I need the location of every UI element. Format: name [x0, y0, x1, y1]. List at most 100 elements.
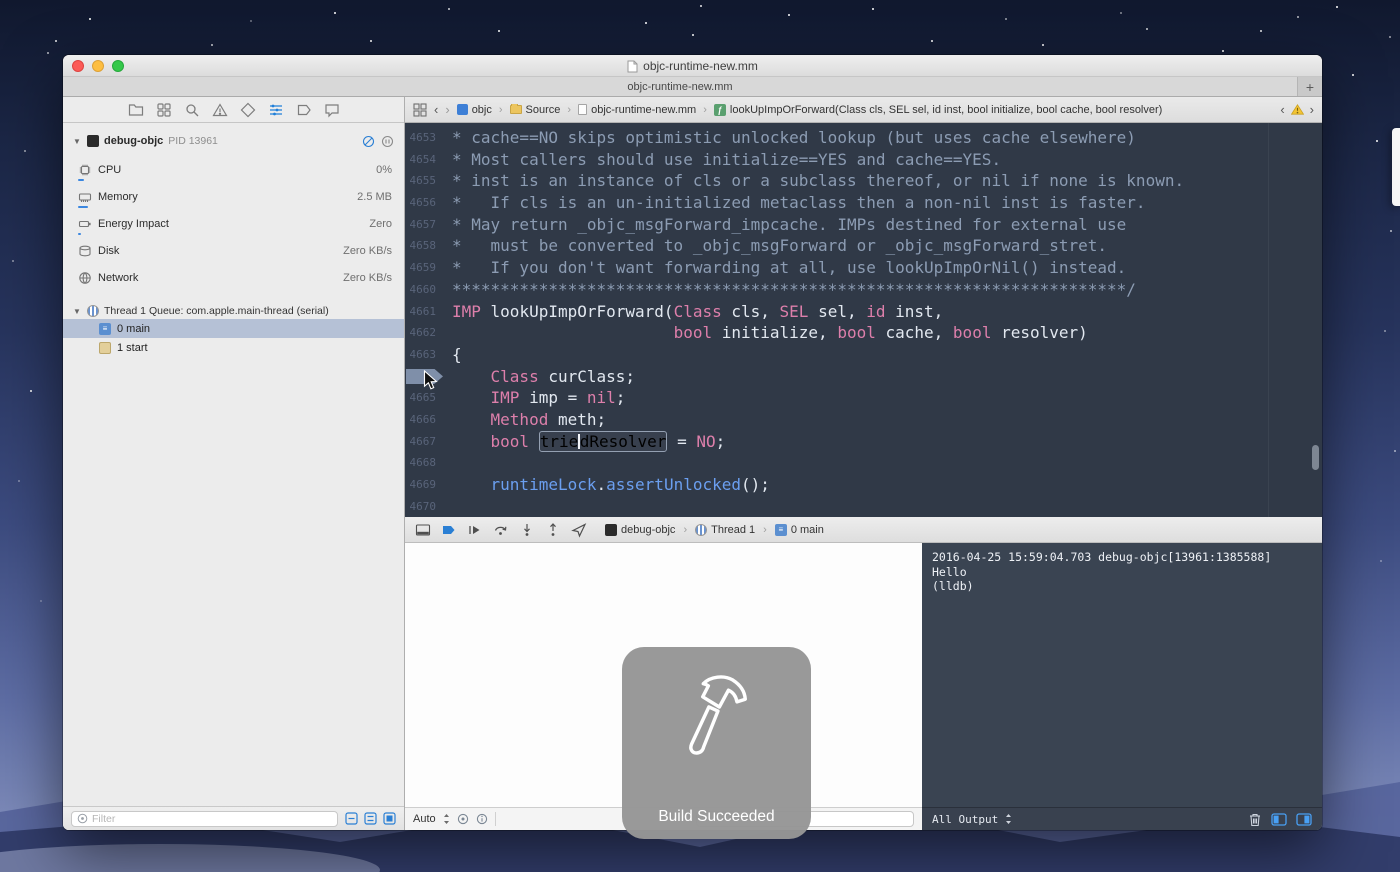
stack-frame-start[interactable]: 1 start: [63, 338, 404, 357]
editing-token: triedResolver: [538, 430, 668, 452]
gauge-row-cpu[interactable]: CPU 0%: [63, 156, 404, 183]
scrollbar-thumb[interactable]: [1312, 445, 1319, 470]
tab-title: objc-runtime-new.mm: [627, 80, 733, 93]
symbol-navigator-icon[interactable]: [156, 102, 172, 118]
location-icon[interactable]: [571, 522, 587, 538]
line-number-gutter[interactable]: 4659: [405, 257, 445, 279]
show-console-pane-icon[interactable]: [1296, 812, 1312, 826]
console-output-pane[interactable]: 2016-04-25 15:59:04.703 debug-objc[13961…: [922, 543, 1322, 830]
console-output[interactable]: 2016-04-25 15:59:04.703 debug-objc[13961…: [922, 543, 1322, 601]
line-number-gutter[interactable]: 4667: [405, 431, 445, 453]
zoom-window-button[interactable]: [112, 60, 124, 72]
navigator-filter-field[interactable]: [71, 810, 338, 827]
line-number-gutter[interactable]: 4661: [405, 301, 445, 323]
debug-navigator-icon[interactable]: [268, 102, 284, 118]
line-number-gutter[interactable]: 4654: [405, 149, 445, 171]
line-number-gutter[interactable]: 4663: [405, 344, 445, 366]
info-icon[interactable]: [476, 813, 488, 825]
console-output-line: (lldb): [932, 579, 974, 593]
line-number-gutter[interactable]: 4670: [405, 496, 445, 517]
gauge-value: Zero: [369, 217, 392, 230]
close-window-button[interactable]: [72, 60, 84, 72]
back-button[interactable]: ‹: [434, 103, 438, 116]
thread-row[interactable]: ▼ Thread 1 Queue: com.apple.main-thread …: [63, 303, 404, 319]
title-bar[interactable]: objc-runtime-new.mm: [63, 55, 1322, 77]
process-row[interactable]: ▼ debug-objc PID 13961: [63, 132, 404, 150]
xcode-window: objc-runtime-new.mm objc-runtime-new.mm …: [63, 55, 1322, 839]
line-number-gutter[interactable]: 4660: [405, 279, 445, 301]
disclosure-triangle-icon[interactable]: ▼: [73, 307, 82, 316]
new-tab-button[interactable]: +: [1298, 77, 1322, 96]
breadcrumb-file[interactable]: objc-runtime-new.mm: [564, 104, 696, 116]
next-issue-button[interactable]: ›: [1310, 103, 1314, 116]
line-number-gutter[interactable]: 4669: [405, 474, 445, 496]
filter-list-icon[interactable]: [364, 812, 377, 825]
step-out-icon[interactable]: [545, 522, 561, 538]
gauge-row-network[interactable]: Network Zero KB/s: [63, 264, 404, 291]
navigator-tab-strip: [63, 97, 404, 123]
desktop-background: objc-runtime-new.mm objc-runtime-new.mm …: [0, 0, 1400, 872]
navigator-panel: ▼ debug-objc PID 13961 CPU 0% Memory 2.5…: [63, 97, 405, 830]
line-number-gutter[interactable]: 4668: [405, 452, 445, 474]
gauge-toggle-icon[interactable]: [362, 135, 375, 148]
energy-icon: [78, 217, 92, 231]
stack-frame-main[interactable]: ≡ 0 main: [63, 319, 404, 338]
gauge-row-disk[interactable]: Disk Zero KB/s: [63, 237, 404, 264]
report-navigator-icon[interactable]: [324, 102, 340, 118]
step-over-icon[interactable]: [493, 522, 509, 538]
code-line: 4654 * Most callers should use initialize…: [405, 149, 1322, 171]
navigator-filter-input[interactable]: [92, 812, 332, 825]
code-editor[interactable]: 4653 * cache==NO skips optimistic unlocke…: [405, 123, 1322, 517]
show-variables-pane-icon[interactable]: [1271, 812, 1287, 826]
project-navigator-icon[interactable]: [128, 102, 144, 118]
output-scope-label[interactable]: All Output: [932, 813, 998, 826]
stars: [0, 0, 2, 2]
forward-button[interactable]: ›: [445, 103, 449, 116]
code-line: 4653 * cache==NO skips optimistic unlocke…: [405, 127, 1322, 149]
step-into-icon[interactable]: [519, 522, 535, 538]
breadcrumb-project[interactable]: objc: [456, 104, 492, 116]
breadcrumb-function[interactable]: flookUpImpOrForward(Class cls, SEL sel, …: [700, 103, 1162, 116]
line-number-gutter[interactable]: 4662: [405, 322, 445, 344]
jump-bar: ‹ › objc Source objc-runtime-new.mm floo…: [405, 97, 1322, 123]
debug-breadcrumb-thread[interactable]: Thread 1: [679, 523, 755, 536]
toolbar-divider: [494, 812, 496, 826]
breakpoint-navigator-icon[interactable]: [296, 102, 312, 118]
previous-issue-button[interactable]: ‹: [1280, 103, 1284, 116]
breakpoints-activate-icon[interactable]: [441, 522, 457, 538]
code-line: 4670: [405, 496, 1322, 517]
breadcrumb-group[interactable]: Source: [496, 103, 560, 116]
gauge-row-energy[interactable]: Energy Impact Zero: [63, 210, 404, 237]
eye-icon[interactable]: [457, 813, 469, 825]
find-navigator-icon[interactable]: [184, 102, 200, 118]
debug-breadcrumb-process[interactable]: debug-objc: [605, 523, 675, 536]
filter-square-icon[interactable]: [383, 812, 396, 825]
line-number-gutter[interactable]: 4653: [405, 127, 445, 149]
popup-chevrons-icon[interactable]: [1005, 813, 1012, 825]
background-window-edge[interactable]: [1392, 128, 1400, 206]
issue-navigator-icon[interactable]: [211, 102, 228, 118]
line-number-gutter[interactable]: 4666: [405, 409, 445, 431]
warning-icon[interactable]: [1290, 104, 1304, 115]
code-text: IMP lookUpImpOrForward(Class cls, SEL se…: [452, 301, 944, 321]
toggle-debug-area-icon[interactable]: [415, 522, 431, 538]
related-items-icon[interactable]: [413, 102, 427, 117]
gauge-row-memory[interactable]: Memory 2.5 MB: [63, 183, 404, 210]
variables-scope-label[interactable]: Auto: [413, 813, 436, 825]
editor-tab[interactable]: objc-runtime-new.mm: [63, 77, 1298, 96]
line-number-gutter[interactable]: 4658: [405, 235, 445, 257]
line-number-gutter[interactable]: 4656: [405, 192, 445, 214]
trash-icon[interactable]: [1248, 812, 1262, 827]
line-number-gutter[interactable]: 4655: [405, 170, 445, 192]
filter-flag-icon[interactable]: [345, 812, 358, 825]
code-text: * May return _objc_msgForward_impcache. …: [452, 214, 1127, 234]
stack-frame-icon: ≡: [774, 523, 787, 536]
line-number-gutter[interactable]: 4657: [405, 214, 445, 236]
debug-breadcrumb-frame[interactable]: ≡0 main: [759, 523, 824, 536]
test-navigator-icon[interactable]: [240, 102, 256, 118]
disclosure-triangle-icon[interactable]: ▼: [73, 137, 82, 146]
pause-process-icon[interactable]: [381, 135, 394, 148]
popup-chevrons-icon[interactable]: [443, 813, 450, 825]
continue-icon[interactable]: [467, 522, 483, 538]
minimize-window-button[interactable]: [92, 60, 104, 72]
